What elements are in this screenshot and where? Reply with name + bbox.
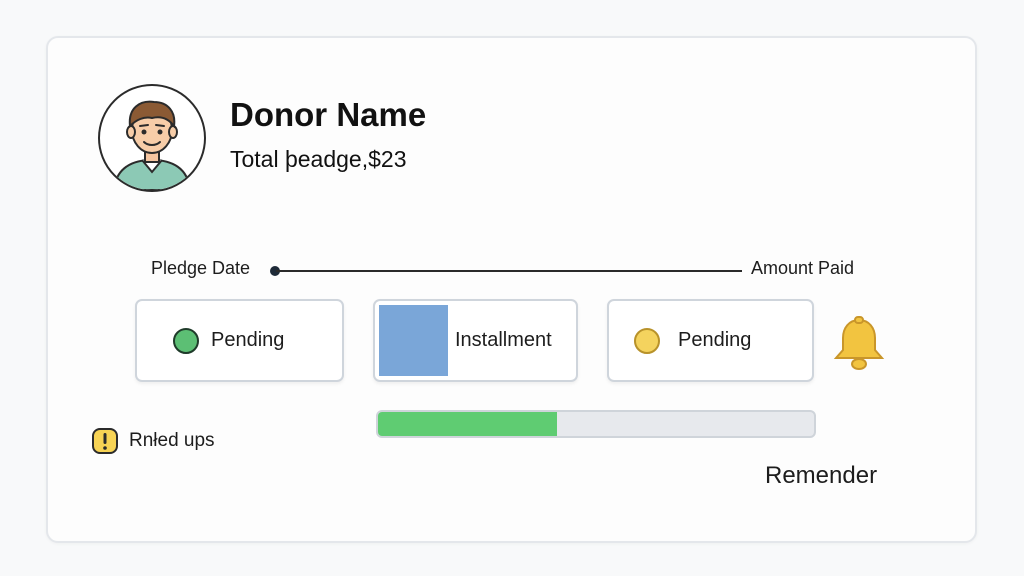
status-label: Installment <box>455 329 552 351</box>
payment-progress-bar <box>376 410 816 438</box>
donor-name: Donor Name <box>230 96 427 133</box>
status-card-installment[interactable]: Installment <box>373 299 578 382</box>
status-label: Pending <box>678 329 752 351</box>
reminder-button[interactable]: Remender <box>765 462 877 490</box>
follow-ups-label: Rnłed ups <box>129 430 215 451</box>
pledge-total: Total þeadge,$23 <box>230 146 407 172</box>
timeline-start-label: Pledge Date <box>151 258 251 278</box>
yellow-status-dot-icon <box>634 328 660 354</box>
status-label: Pending <box>211 329 285 351</box>
bell-icon[interactable] <box>832 316 886 372</box>
status-card-pending[interactable]: Pending <box>135 299 344 382</box>
installment-block <box>379 305 448 376</box>
donor-avatar[interactable] <box>98 84 206 192</box>
person-avatar-icon <box>112 100 192 190</box>
follow-ups[interactable]: Rnłed ups <box>91 427 215 455</box>
timeline-line <box>276 270 742 272</box>
green-status-dot-icon <box>173 328 199 354</box>
exclamation-badge-icon <box>92 428 118 454</box>
timeline-end-label: Amount Paid <box>751 258 855 278</box>
payment-progress-fill <box>378 412 557 436</box>
status-card-pending-yellow[interactable]: Pending <box>607 299 814 382</box>
